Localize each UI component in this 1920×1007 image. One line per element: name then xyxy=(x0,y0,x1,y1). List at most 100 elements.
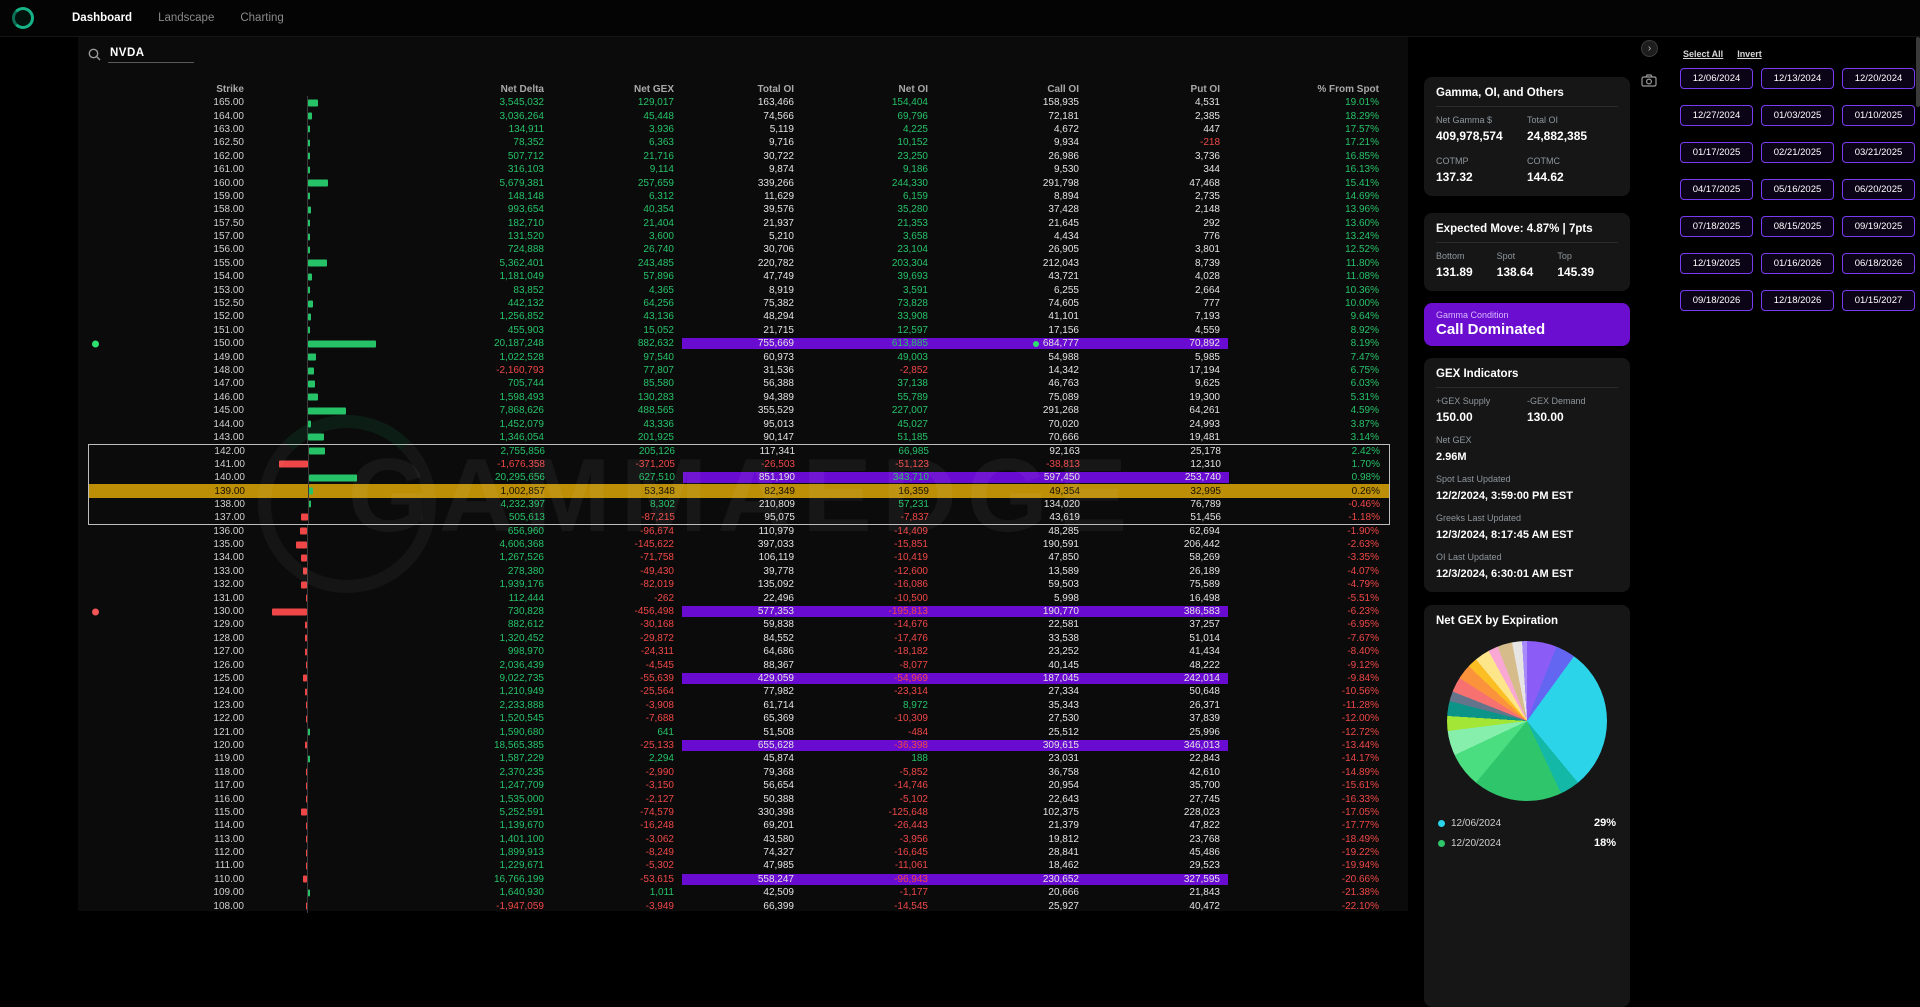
table-row[interactable]: 127.00 998,970 -24,311 64,686 -18,182 23,252 4… xyxy=(88,645,1390,659)
table-row[interactable]: 154.00 1,181,049 57,896 47,749 39,693 43,721 4… xyxy=(88,270,1390,284)
expiry-date-button[interactable]: 09/19/2025 xyxy=(1842,216,1915,237)
table-row[interactable]: 158.00 993,654 40,354 39,576 35,280 37,428 2,1… xyxy=(88,203,1390,217)
table-row[interactable]: 123.00 2,233,888 -3,908 61,714 8,972 35,343 26… xyxy=(88,698,1390,713)
expiry-date-button[interactable]: 08/15/2025 xyxy=(1761,216,1834,237)
table-row[interactable]: 128.00 1,320,452 -29,872 84,552 -17,476 33,53… xyxy=(88,631,1390,646)
table-row[interactable]: 110.00 16,766,199 -53,615 558,247 -96,943 230… xyxy=(88,872,1390,887)
nav-item-charting[interactable]: Charting xyxy=(240,12,283,24)
expiry-date-button[interactable]: 01/17/2025 xyxy=(1680,142,1753,163)
expiry-date-button[interactable]: 01/15/2027 xyxy=(1842,290,1915,311)
table-row[interactable]: 126.00 2,036,439 -4,545 88,367 -8,077 40,145 4… xyxy=(88,658,1390,673)
table-row[interactable]: 111.00 1,229,671 -5,302 47,985 -11,061 18,462… xyxy=(88,859,1390,874)
legend-item[interactable]: 12/06/2024 29% xyxy=(1436,813,1618,833)
table-row[interactable]: 163.00 134,911 3,936 5,119 4,225 4,672 447 17.5… xyxy=(88,122,1390,137)
column-header[interactable]: Net GEX xyxy=(552,84,682,95)
camera-icon[interactable] xyxy=(1641,74,1657,87)
table-row[interactable]: 146.00 1,598,493 130,283 94,389 55,789 75,089… xyxy=(88,390,1390,405)
expiry-date-button[interactable]: 01/16/2026 xyxy=(1761,253,1834,274)
column-header[interactable]: Net Delta xyxy=(430,84,552,95)
expiry-date-button[interactable]: 06/18/2026 xyxy=(1842,253,1915,274)
table-row[interactable]: 136.00 656,960 -96,674 110,979 -14,409 48,285… xyxy=(88,524,1390,539)
table-row[interactable]: 165.00 3,545,032 129,017 163,466 154,404 158,… xyxy=(88,96,1390,110)
column-header[interactable]: Total OI xyxy=(682,84,802,95)
expiry-date-button[interactable]: 12/27/2024 xyxy=(1680,105,1753,126)
table-row[interactable]: 119.00 1,587,229 2,294 45,874 188 23,031 22,84… xyxy=(88,752,1390,766)
table-row[interactable]: 157.00 131,520 3,600 5,210 3,658 4,434 776 13.2… xyxy=(88,229,1390,244)
expiry-date-button[interactable]: 12/06/2024 xyxy=(1680,68,1753,89)
column-header[interactable]: Put OI xyxy=(1087,84,1228,95)
table-row[interactable]: 156.00 724,888 26,740 30,706 23,104 26,905 3,8… xyxy=(88,243,1390,258)
table-row[interactable]: 137.00 505,613 -87,215 95,075 -7,837 43,619 51… xyxy=(88,511,1390,525)
invert-link[interactable]: Invert xyxy=(1737,49,1762,59)
table-row[interactable]: 118.00 2,370,235 -2,990 79,368 -5,852 36,758 4… xyxy=(88,765,1390,780)
table-row[interactable]: 109.00 1,640,930 1,011 42,509 -1,177 20,666 21… xyxy=(88,886,1390,900)
table-row[interactable]: 148.00 -2,160,793 77,807 31,536 -2,852 14,342… xyxy=(88,363,1390,378)
expiry-date-button[interactable]: 01/03/2025 xyxy=(1761,105,1834,126)
table-row[interactable]: 155.00 5,362,401 243,485 220,782 203,304 212,… xyxy=(88,256,1390,271)
table-row[interactable]: 142.00 2,755,856 205,126 117,341 66,985 92,16… xyxy=(88,444,1390,458)
expiry-date-button[interactable]: 12/19/2025 xyxy=(1680,253,1753,274)
table-row[interactable]: 151.00 455,903 15,052 21,715 12,597 17,156 4,5… xyxy=(88,323,1390,338)
table-row[interactable]: 130.00 730,828 -456,498 577,353 -195,813 190,… xyxy=(88,604,1390,619)
expiry-date-button[interactable]: 07/18/2025 xyxy=(1680,216,1753,237)
expiry-date-button[interactable]: 03/21/2025 xyxy=(1842,142,1915,163)
table-row[interactable]: 149.00 1,022,528 97,540 60,973 49,003 54,988 5… xyxy=(88,350,1390,365)
page-scrollbar[interactable] xyxy=(1916,37,1920,911)
table-row[interactable]: 138.00 4,232,397 8,302 210,809 57,231 134,020… xyxy=(88,497,1390,512)
table-row[interactable]: 117.00 1,247,709 -3,150 56,654 -14,746 20,954… xyxy=(88,778,1390,793)
table-row[interactable]: 153.00 83,852 4,365 8,919 3,591 6,255 2,664 10.… xyxy=(88,283,1390,298)
table-row[interactable]: 133.00 278,380 -49,430 39,778 -12,600 13,589 2… xyxy=(88,564,1390,579)
table-row[interactable]: 116.00 1,535,000 -2,127 50,388 -5,102 22,643 2… xyxy=(88,792,1390,807)
nav-item-dashboard[interactable]: Dashboard xyxy=(72,12,132,24)
expiry-date-button[interactable]: 12/20/2024 xyxy=(1842,68,1915,89)
table-row[interactable]: 150.00 20,187,248 882,632 755,669 613,885 684… xyxy=(88,337,1390,351)
table-row[interactable]: 144.00 1,452,079 43,336 95,013 45,027 70,020 2… xyxy=(88,417,1390,432)
table-row[interactable]: 162.00 507,712 21,716 30,722 23,250 26,986 3,7… xyxy=(88,149,1390,164)
table-row[interactable]: 121.00 1,590,680 641 51,508 -484 25,512 25,996… xyxy=(88,725,1390,740)
column-header[interactable]: Strike xyxy=(88,84,252,95)
table-row[interactable]: 143.00 1,346,054 201,925 90,147 51,185 70,666… xyxy=(88,430,1390,445)
table-row[interactable]: 132.00 1,939,176 -82,019 135,092 -16,086 59,5… xyxy=(88,578,1390,592)
column-header[interactable]: Call OI xyxy=(936,84,1087,95)
expiry-date-button[interactable]: 06/20/2025 xyxy=(1842,179,1915,200)
expiry-date-button[interactable]: 05/16/2025 xyxy=(1761,179,1834,200)
table-row[interactable]: 134.00 1,267,526 -71,758 106,119 -10,419 47,8… xyxy=(88,551,1390,566)
chevron-right-icon[interactable]: › xyxy=(1641,40,1658,57)
table-row[interactable]: 152.50 442,132 64,256 75,382 73,828 74,605 777… xyxy=(88,296,1390,311)
expiry-date-button[interactable]: 09/18/2026 xyxy=(1680,290,1753,311)
gammaedge-logo-icon[interactable] xyxy=(12,7,34,29)
legend-item[interactable]: 12/20/2024 18% xyxy=(1436,833,1618,853)
expiry-date-button[interactable]: 01/10/2025 xyxy=(1842,105,1915,126)
table-row[interactable]: 160.00 5,679,381 257,659 339,266 244,330 291,… xyxy=(88,176,1390,191)
table-row[interactable]: 164.00 3,036,264 45,448 74,566 69,796 72,181 2… xyxy=(88,109,1390,124)
table-row[interactable]: 157.50 182,710 21,404 21,937 21,353 21,645 292… xyxy=(88,216,1390,231)
table-row[interactable]: 113.00 1,401,100 -3,062 43,580 -3,956 19,812 2… xyxy=(88,832,1390,847)
table-row[interactable]: 112.00 1,899,913 -8,249 74,327 -16,645 28,841… xyxy=(88,845,1390,860)
column-header[interactable]: % From Spot xyxy=(1228,84,1387,95)
table-row[interactable]: 152.00 1,256,852 43,136 48,294 33,908 41,101 7… xyxy=(88,310,1390,325)
select-all-link[interactable]: Select All xyxy=(1683,49,1723,59)
table-row[interactable]: 162.50 78,352 6,363 9,716 10,152 9,934 -218 17.… xyxy=(88,136,1390,150)
table-row[interactable]: 114.00 1,139,670 -16,248 69,201 -26,443 21,37… xyxy=(88,819,1390,833)
table-row[interactable]: 161.00 316,103 9,114 9,874 9,186 9,530 344 16.1… xyxy=(88,162,1390,177)
table-row[interactable]: 115.00 5,252,591 -74,579 330,398 -125,648 102… xyxy=(88,805,1390,820)
column-header[interactable]: Net OI xyxy=(802,84,936,95)
search-input[interactable] xyxy=(108,45,194,63)
table-row[interactable]: 125.00 9,022,735 -55,639 429,059 -54,969 187,… xyxy=(88,671,1390,686)
expiry-date-button[interactable]: 02/21/2025 xyxy=(1761,142,1834,163)
table-row[interactable]: 141.00 -1,676,358 -371,205 -26,503 -51,123 -3… xyxy=(88,457,1390,472)
table-row[interactable]: 135.00 4,606,368 -145,622 397,033 -15,851 190… xyxy=(88,537,1390,552)
table-row[interactable]: 129.00 882,612 -30,168 59,838 -14,676 22,581 3… xyxy=(88,618,1390,633)
table-row[interactable]: 140.00 20,295,656 627,510 851,190 343,710 597… xyxy=(88,470,1390,485)
expiry-date-button[interactable]: 12/18/2026 xyxy=(1761,290,1834,311)
table-row[interactable]: 120.00 18,565,385 -25,133 655,628 -36,398 309… xyxy=(88,738,1390,753)
table-row[interactable]: 131.00 112,444 -262 22,496 -10,500 5,998 16,49… xyxy=(88,591,1390,606)
table-row[interactable]: 147.00 705,744 85,580 56,388 37,138 46,763 9,6… xyxy=(88,377,1390,391)
table-row[interactable]: 145.00 7,868,626 488,565 355,529 227,007 291,… xyxy=(88,403,1390,418)
table-row[interactable]: 139.00 1,002,857 53,348 82,349 16,359 49,354 3… xyxy=(88,484,1390,499)
expiry-date-button[interactable]: 12/13/2024 xyxy=(1761,68,1834,89)
nav-item-landscape[interactable]: Landscape xyxy=(158,12,214,24)
table-row[interactable]: 159.00 148,148 6,312 11,629 6,159 8,894 2,735 1… xyxy=(88,189,1390,204)
table-row[interactable]: 122.00 1,520,545 -7,688 65,369 -10,309 27,530… xyxy=(88,711,1390,726)
table-row[interactable]: 124.00 1,210,949 -25,564 77,982 -23,314 27,33… xyxy=(88,685,1390,699)
